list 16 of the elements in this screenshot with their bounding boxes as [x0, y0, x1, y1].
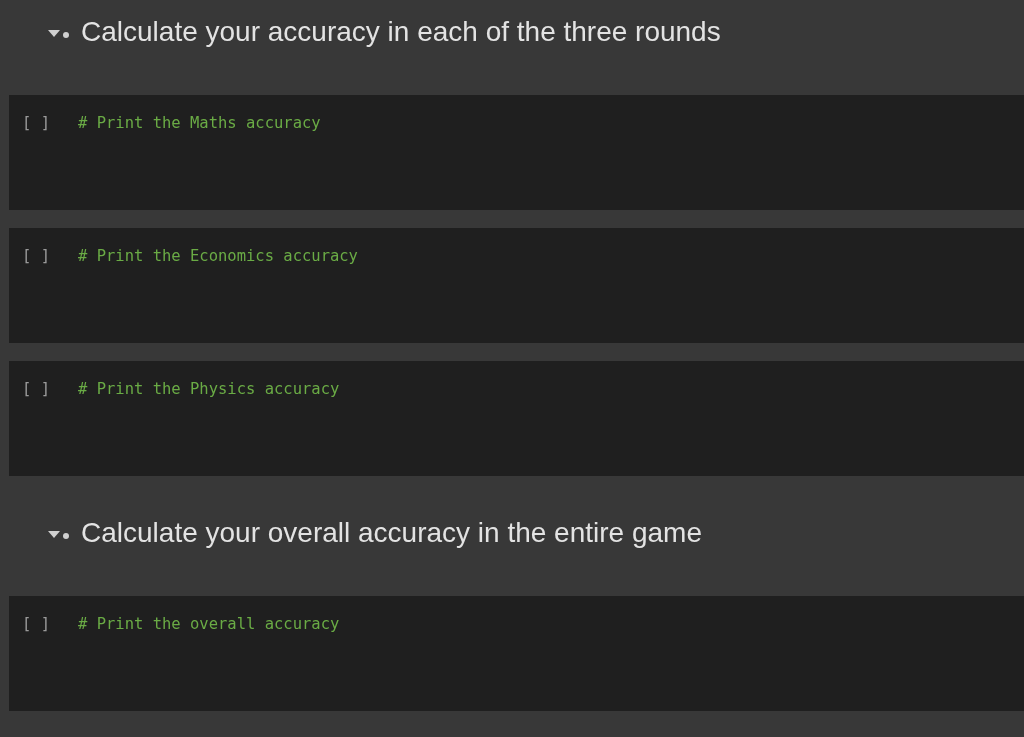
run-prompt[interactable]: [ ] — [22, 614, 78, 634]
run-prompt[interactable]: [ ] — [22, 113, 78, 133]
code-comment: # Print the Physics accuracy — [78, 379, 340, 399]
code-comment: # Print the overall accuracy — [78, 614, 340, 634]
code-comment: # Print the Maths accuracy — [78, 113, 321, 133]
run-prompt[interactable]: [ ] — [22, 246, 78, 266]
run-prompt[interactable]: [ ] — [22, 379, 78, 399]
code-cell[interactable]: [ ] # Print the Economics accuracy — [9, 228, 1024, 343]
section-heading: Calculate your accuracy in each of the three rounds — [81, 16, 721, 48]
code-comment: # Print the Economics accuracy — [78, 246, 358, 266]
code-cell[interactable]: [ ] # Print the overall accuracy — [9, 596, 1024, 711]
section-heading: Calculate your overall accuracy in the entire game — [81, 517, 702, 549]
code-cell[interactable]: [ ] # Print the Physics accuracy — [9, 361, 1024, 476]
collapse-caret-icon[interactable] — [48, 28, 70, 40]
collapse-caret-icon[interactable] — [48, 529, 70, 541]
code-cell[interactable]: [ ] # Print the Maths accuracy — [9, 95, 1024, 210]
